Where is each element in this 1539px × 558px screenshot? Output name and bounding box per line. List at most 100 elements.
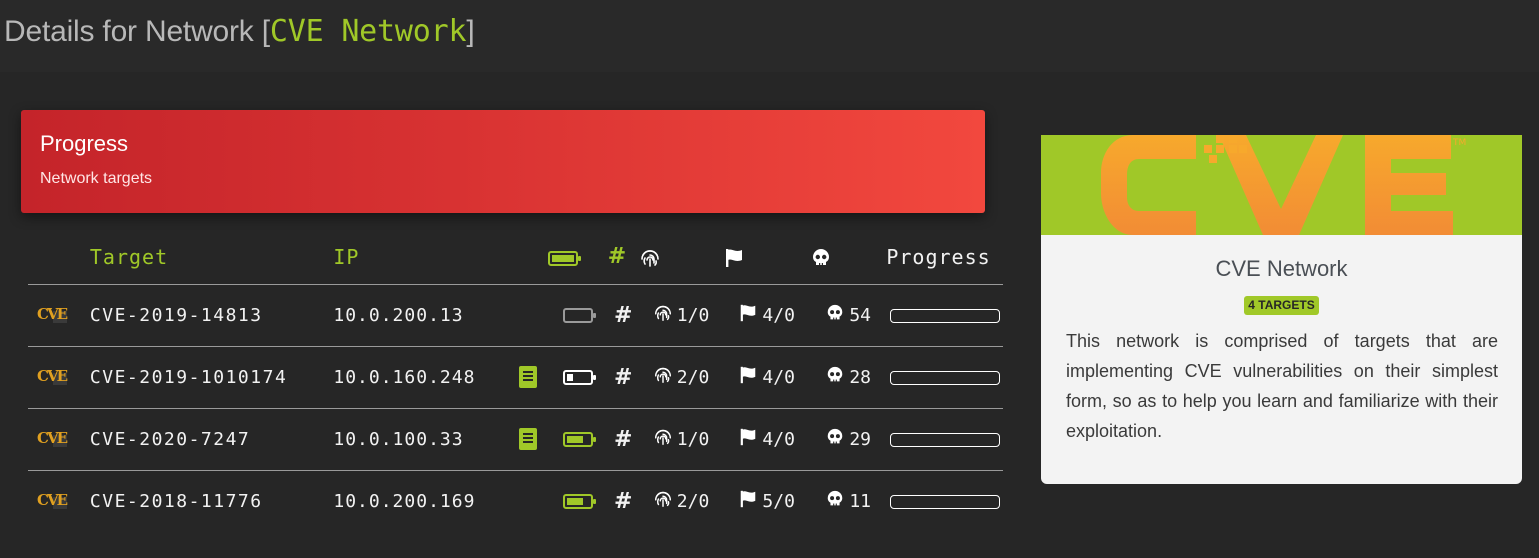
fingerprint-icon [640,250,659,267]
target-logo-icon: CVE [37,427,68,451]
hash-icon: # [614,302,633,328]
flag-icon [726,249,743,267]
writeup-cell [508,284,548,347]
target-logo-text: CVE [37,429,68,447]
ip-column-header[interactable]: IP [333,230,509,285]
target-ip: 10.0.100.33 [333,408,509,471]
progress-column-header[interactable]: Progress [886,230,1003,285]
target-name-link[interactable]: CVE-2020-7247 [89,408,334,471]
hash-icon: # [614,364,633,390]
page-title-suffix: ] [466,15,475,48]
flag-count: 4/0 [762,304,795,326]
flag-count: 4/0 [762,428,795,450]
target-logo-cell: CVE [28,284,90,347]
target-logo-cell: CVE [28,346,90,409]
target-name-link[interactable]: CVE-2019-14813 [89,284,334,347]
kills-cell: 28 [809,346,887,409]
flag-cell: 4/0 [723,346,810,409]
hash-column-header[interactable]: # [607,230,639,285]
network-description: This network is comprised of targets tha… [1066,331,1498,441]
fingerprint-icon [653,489,673,514]
skull-icon [825,303,845,328]
target-logo-icon: CVE [37,365,68,389]
progress-bar [889,308,1000,323]
hash-icon: # [607,244,628,270]
hash-cell[interactable]: # [607,284,639,347]
fingerprint-count: 1/0 [676,304,710,326]
hash-cell[interactable]: # [607,408,639,471]
page-title-prefix: Details for Network [ [4,15,270,48]
progress-bar [889,370,1000,385]
flag-icon [738,489,758,514]
flag-count: 5/0 [762,490,795,512]
progress-cell [886,408,1003,471]
kills-cell: 29 [809,408,887,471]
fingerprint-icon [653,427,673,452]
kills-cell: 54 [809,284,887,347]
fingerprint-icon [653,365,673,390]
table-row[interactable]: CVE CVE-2019-14813 10.0.200.13 # 1/0 4/0… [28,284,1003,347]
battery-cell [547,408,608,471]
target-ip: 10.0.160.248 [333,346,509,409]
table-row[interactable]: CVE CVE-2019-1010174 10.0.160.248 # 2/0 … [28,346,1003,409]
network-info-card: TM CVE Network 4 TARGETS This network is… [1041,135,1522,484]
fingerprint-cell: 1/0 [638,284,724,347]
skull-icon [825,365,845,390]
progress-cell [886,346,1003,409]
target-name-link[interactable]: CVE-2018-11776 [90,470,333,532]
skull-icon [825,489,845,514]
target-logo-cell: CVE [28,408,90,471]
target-logo-icon: CVE [37,489,68,513]
writeup-column-header [508,230,548,285]
progress-cell [886,470,1003,532]
logo-column-header [28,230,90,285]
fingerprint-count: 2/0 [676,366,710,388]
fingerprint-count: 2/0 [676,490,710,512]
table-header-row: Target IP # Progress [28,230,1003,285]
hash-icon: # [614,488,633,514]
kill-count: 54 [849,304,871,326]
battery-icon [562,370,596,385]
book-icon[interactable] [519,366,538,388]
writeup-cell[interactable] [508,408,548,471]
progress-header-title: Progress [40,131,129,156]
battery-icon [547,250,581,266]
kill-count: 11 [849,490,871,512]
progress-bar [889,432,1000,447]
svg-text:TM: TM [1452,138,1466,148]
targets-table: Target IP # Progress CVE CVE-2019-14813 … [28,230,1003,532]
writeup-cell [509,470,548,532]
table-row[interactable]: CVE CVE-2020-7247 10.0.100.33 # 1/0 4/0 … [28,408,1003,471]
target-ip: 10.0.200.13 [333,284,509,347]
fingerprint-column-header[interactable] [638,230,724,285]
progress-bar [889,494,1000,509]
skull-icon [812,249,829,266]
skull-column-header[interactable] [809,230,887,285]
progress-header-subtitle: Network targets [40,170,153,187]
flag-icon [738,427,758,452]
cve-logo-icon: TM [1101,135,1466,235]
battery-cell [547,284,608,347]
target-column-header[interactable]: Target [89,230,334,285]
writeup-cell[interactable] [508,346,548,409]
table-row[interactable]: CVE CVE-2018-11776 10.0.200.169 # 2/0 5/… [28,470,1003,532]
skull-icon [825,427,845,452]
kills-cell: 11 [810,470,886,532]
targets-count-badge: 4 TARGETS [1244,296,1319,315]
network-name: CVE Network [1215,256,1348,281]
book-icon[interactable] [519,428,538,450]
target-logo-text: CVE [37,305,68,323]
battery-column-header[interactable] [547,230,608,285]
hash-cell[interactable]: # [607,346,639,409]
kill-count: 28 [849,366,871,388]
target-ip: 10.0.200.169 [333,490,476,512]
battery-cell [547,346,608,409]
progress-cell [886,284,1003,347]
page-title: Details for Network [CVE Network] [4,14,475,49]
target-name-link[interactable]: CVE-2019-1010174 [89,346,334,409]
hash-cell[interactable]: # [608,470,639,532]
flag-column-header[interactable] [723,230,810,285]
target-logo-text: CVE [37,367,68,385]
flag-icon [738,365,758,390]
fingerprint-cell: 1/0 [638,408,724,471]
